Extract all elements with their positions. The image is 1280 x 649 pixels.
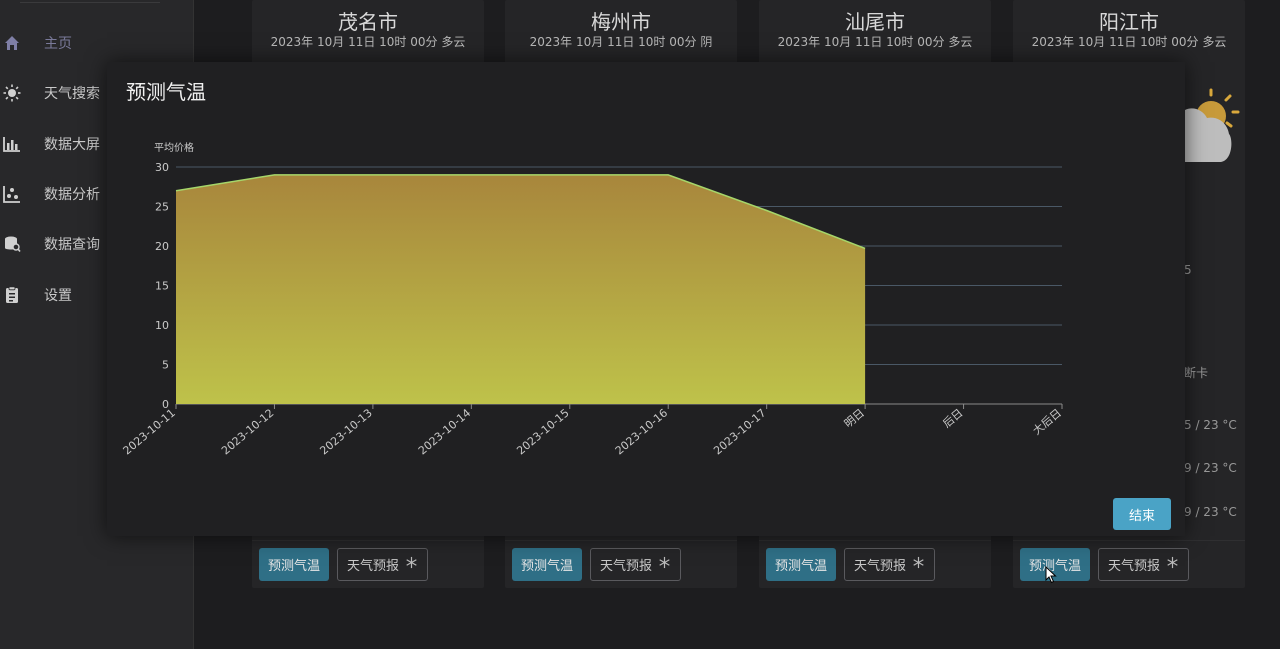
card-divider [1013, 540, 1245, 541]
card-divider [505, 540, 737, 541]
snowflake-icon [912, 556, 925, 573]
sidebar-divider [20, 2, 160, 3]
bar-chart-icon [3, 135, 21, 153]
sidebar-item-label: 数据查询 [44, 237, 100, 253]
city-name: 阳江市 [1099, 10, 1159, 34]
partial-label: 断卡 [1184, 366, 1209, 380]
x-tick-label: 2023-10-15 [514, 406, 571, 457]
weather-forecast-button[interactable]: 天气预报 [1098, 548, 1190, 581]
y-tick-label: 10 [155, 319, 169, 332]
city-name: 茂名市 [338, 10, 398, 34]
y-tick-label: 20 [155, 240, 169, 253]
x-tick-label: 2023-10-17 [711, 406, 768, 457]
sidebar-item-label: 数据分析 [44, 187, 100, 203]
x-tick-label: 2023-10-14 [416, 406, 473, 457]
weather-forecast-button[interactable]: 天气预报 [337, 548, 429, 581]
x-tick-label: 2023-10-16 [613, 406, 670, 457]
weather-forecast-label: 天气预报 [1108, 559, 1161, 574]
snowflake-icon [405, 556, 418, 573]
card-divider [252, 540, 484, 541]
end-button[interactable]: 结束 [1113, 498, 1171, 530]
x-tick-label: 后日 [940, 406, 965, 430]
y-tick-label: 30 [155, 161, 169, 174]
sidebar-item-label: 设置 [44, 288, 72, 304]
temp-range: 5 / 23 °C [1184, 418, 1237, 432]
y-tick-label: 25 [155, 201, 169, 214]
x-tick-label: 明日 [842, 406, 867, 430]
snowflake-icon [1166, 556, 1179, 573]
card-divider [759, 540, 991, 541]
x-tick-label: 2023-10-13 [317, 406, 374, 457]
sidebar-item-label: 主页 [44, 36, 72, 52]
temp-range: 9 / 23 °C [1184, 505, 1237, 519]
y-tick-label: 15 [155, 280, 169, 293]
x-tick-label: 2023-10-12 [219, 406, 276, 457]
partly-cloudy-icon [1185, 88, 1240, 162]
city-name: 梅州市 [591, 10, 651, 34]
snowflake-icon [658, 556, 671, 573]
forecast-temp-modal: 预测气温 平均价格 0 5 10 15 20 25 30 2023-10-11 2023-10… [107, 62, 1185, 536]
database-search-icon [3, 235, 21, 253]
city-subtitle: 2023年 10月 11日 10时 00分 多云 [270, 35, 466, 49]
forecast-temp-button[interactable]: 预测气温 [766, 548, 837, 581]
weather-forecast-button[interactable]: 天气预报 [844, 548, 936, 581]
temperature-area-chart: 平均价格 051015202530 2023-10-11 2023-10-12 20… [121, 141, 1064, 457]
sidebar-item-label: 天气搜索 [44, 86, 100, 102]
sidebar-item-home[interactable]: 主页 [0, 23, 194, 63]
sidebar-item-label: 数据大屏 [44, 137, 100, 153]
city-name: 汕尾市 [845, 10, 905, 34]
partial-value: 5 [1184, 263, 1192, 277]
forecast-temp-button[interactable]: 预测气温 [512, 548, 583, 581]
y-axis-label: 平均价格 [154, 141, 194, 154]
weather-forecast-label: 天气预报 [854, 559, 907, 574]
city-subtitle: 2023年 10月 11日 10时 00分 阴 [529, 35, 713, 49]
x-tick-label: 大后日 [1030, 406, 1064, 438]
city-subtitle: 2023年 10月 11日 10时 00分 多云 [1031, 35, 1227, 49]
y-tick-label: 5 [162, 359, 169, 372]
x-tick-label: 2023-10-11 [121, 406, 178, 457]
home-icon [3, 34, 21, 52]
temp-range: 9 / 23 °C [1184, 461, 1237, 475]
clipboard-icon [3, 286, 21, 304]
city-subtitle: 2023年 10月 11日 10时 00分 多云 [777, 35, 973, 49]
forecast-temp-button[interactable]: 预测气温 [259, 548, 330, 581]
weather-forecast-label: 天气预报 [347, 559, 400, 574]
sun-icon [3, 84, 21, 102]
weather-forecast-button[interactable]: 天气预报 [590, 548, 682, 581]
scatter-chart-icon [3, 185, 21, 203]
weather-forecast-label: 天气预报 [600, 559, 653, 574]
mouse-cursor-icon [1045, 566, 1057, 584]
